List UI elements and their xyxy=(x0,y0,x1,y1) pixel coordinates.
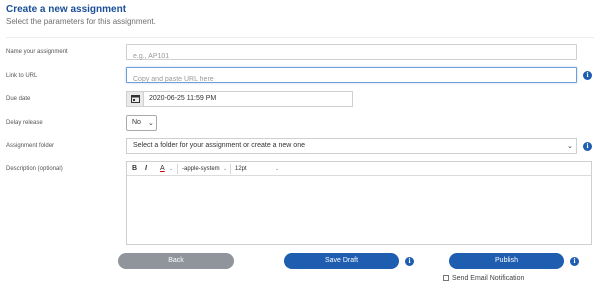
bold-button[interactable]: B xyxy=(132,162,137,176)
chevron-down-icon: ⌄ xyxy=(148,120,154,127)
delay-release-value: No xyxy=(132,119,141,126)
assignment-name-input[interactable] xyxy=(127,49,576,64)
calendar-button[interactable] xyxy=(127,92,144,106)
email-notification-option[interactable]: Send Email Notification xyxy=(443,274,524,283)
italic-button[interactable]: I xyxy=(145,162,147,176)
save-draft-button[interactable]: Save Draft xyxy=(284,253,399,269)
toolbar-separator xyxy=(230,164,231,174)
description-editor: B I A ⌄ -apple-system ⌄ 12pt ⌄ xyxy=(126,161,592,245)
publish-button[interactable]: Publish xyxy=(449,253,564,269)
folder-label: Assignment folder xyxy=(6,143,55,149)
publish-info-icon[interactable]: i xyxy=(570,257,579,266)
header-divider xyxy=(6,37,594,38)
due-date-value: 2020-06-25 11:59 PM xyxy=(149,95,217,102)
url-label: Link to URL xyxy=(6,73,38,79)
folder-select[interactable]: Select a folder for your assignment or c… xyxy=(126,138,577,154)
delay-release-select[interactable]: No ⌄ xyxy=(126,115,157,131)
back-button[interactable]: Back xyxy=(118,253,234,269)
chevron-down-icon[interactable]: ⌄ xyxy=(275,162,279,176)
page-subtitle: Select the parameters for this assignmen… xyxy=(6,17,156,26)
page-title: Create a new assignment xyxy=(6,4,127,15)
due-date-label: Due date xyxy=(6,96,31,102)
name-label: Name your assignment xyxy=(6,49,68,55)
font-family-select[interactable]: -apple-system xyxy=(182,162,220,176)
url-field-wrapper xyxy=(126,67,577,87)
email-notification-checkbox[interactable] xyxy=(443,275,449,281)
text-color-button[interactable]: A xyxy=(160,162,165,176)
folder-info-icon[interactable]: i xyxy=(583,142,592,151)
email-notification-label: Send Email Notification xyxy=(452,275,525,282)
chevron-down-icon[interactable]: ⌄ xyxy=(169,162,173,176)
calendar-icon xyxy=(131,95,140,103)
editor-toolbar: B I A ⌄ -apple-system ⌄ 12pt ⌄ xyxy=(127,162,591,176)
description-text-area[interactable] xyxy=(127,176,591,244)
url-input[interactable] xyxy=(127,72,576,87)
delay-release-label: Delay release xyxy=(6,120,43,126)
font-size-select[interactable]: 12pt xyxy=(235,162,247,176)
chevron-down-icon: ⌄ xyxy=(567,143,573,150)
name-field-wrapper xyxy=(126,44,577,64)
chevron-down-icon[interactable]: ⌄ xyxy=(223,162,227,176)
folder-select-value: Select a folder for your assignment or c… xyxy=(133,142,305,149)
save-draft-info-icon[interactable]: i xyxy=(405,257,414,266)
toolbar-separator xyxy=(177,164,178,174)
description-label: Description (optional) xyxy=(6,166,63,172)
page-header: Create a new assignment Select the param… xyxy=(6,4,156,28)
due-date-picker[interactable]: 2020-06-25 11:59 PM xyxy=(126,91,353,107)
url-info-icon[interactable]: i xyxy=(583,71,592,80)
